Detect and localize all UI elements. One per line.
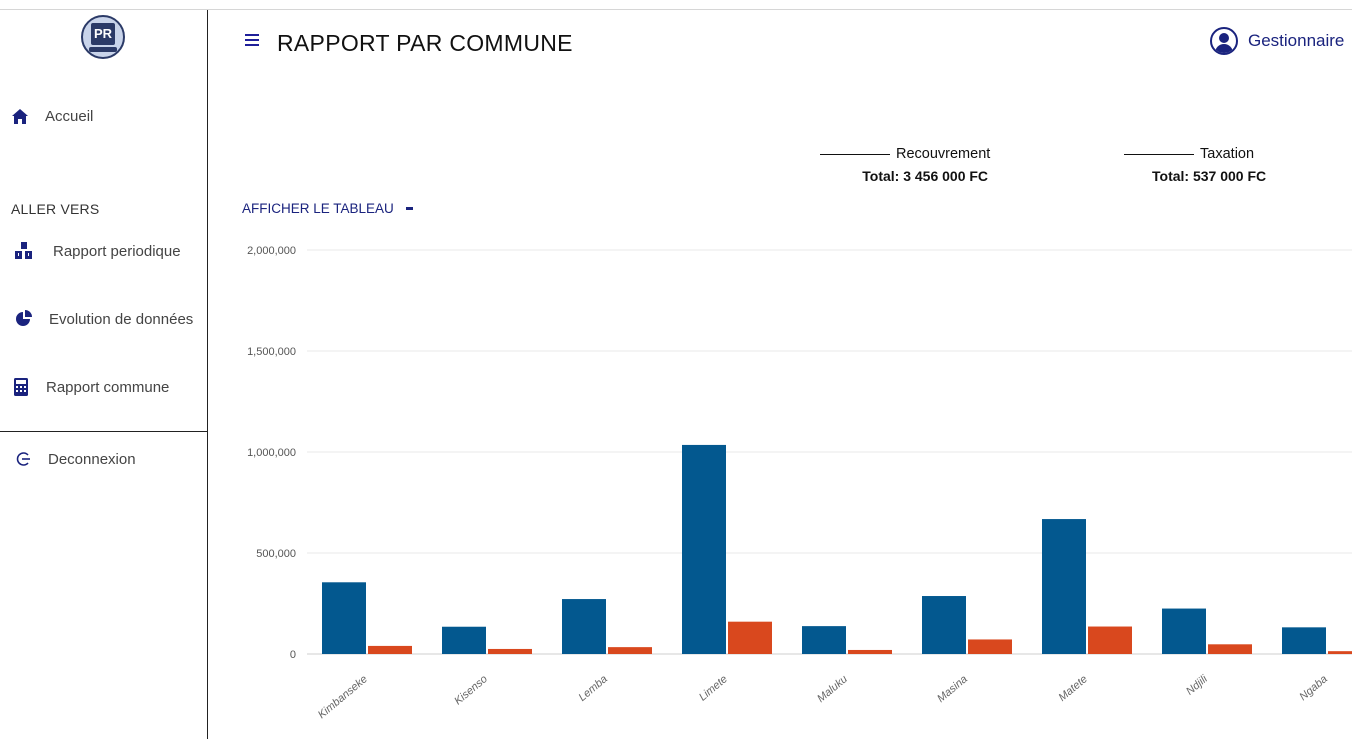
bar-recouvrement xyxy=(1162,608,1206,654)
bar-taxation xyxy=(368,645,412,654)
bar-taxation xyxy=(968,639,1012,654)
x-tick-label: Ndjili xyxy=(1184,673,1210,698)
bar-taxation xyxy=(1328,651,1352,654)
x-tick-label: Maluku xyxy=(815,673,850,705)
bar-recouvrement xyxy=(442,626,486,654)
bar-taxation xyxy=(608,647,652,654)
bar-recouvrement xyxy=(322,582,366,654)
bar-taxation xyxy=(728,621,772,654)
bar-chart: 0 500,000 1,000,000 1,500,000 2,000,000 Kimba… xyxy=(247,245,1352,721)
bar-taxation xyxy=(488,648,532,654)
y-tick-label: 1,000,000 xyxy=(247,447,296,459)
y-tick-label: 1,500,000 xyxy=(247,346,296,358)
bar-recouvrement xyxy=(802,626,846,654)
y-tick-label: 2,000,000 xyxy=(247,245,296,257)
x-tick-label: Ngaba xyxy=(1297,673,1330,703)
bar-taxation xyxy=(1208,644,1252,654)
bar-recouvrement xyxy=(1042,519,1086,654)
x-tick-label: Matete xyxy=(1056,673,1089,704)
bar-recouvrement xyxy=(682,444,726,654)
bar-recouvrement xyxy=(562,599,606,654)
x-tick-label: Kisenso xyxy=(452,673,490,707)
x-tick-label: Masina xyxy=(935,673,970,705)
bar-taxation xyxy=(848,649,892,654)
x-tick-label: Limete xyxy=(697,673,730,703)
y-tick-label: 500,000 xyxy=(256,548,296,560)
x-tick-label: Lemba xyxy=(576,673,609,704)
bar-recouvrement xyxy=(922,596,966,654)
x-tick-label: Kimbanseke xyxy=(316,673,370,721)
bar-taxation xyxy=(1088,626,1132,654)
bar-recouvrement xyxy=(1282,627,1326,654)
y-tick-label: 0 xyxy=(290,649,296,661)
